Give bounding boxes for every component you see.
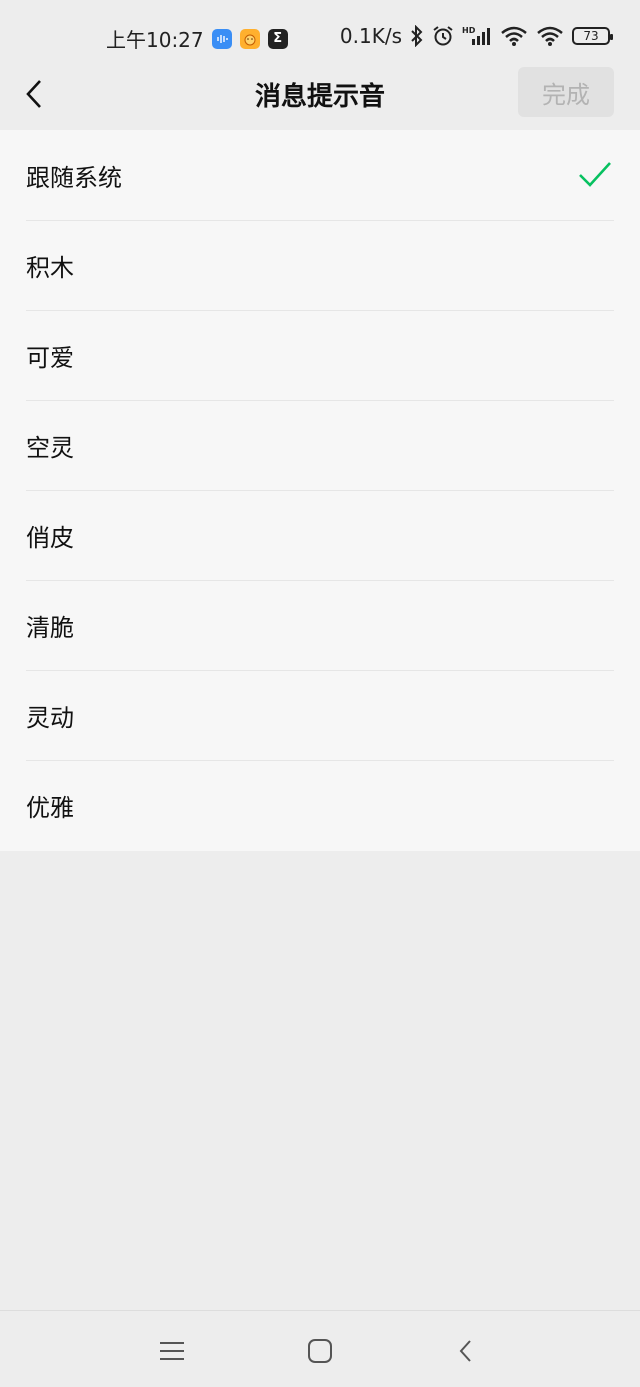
list-item[interactable]: 跟随系统 <box>0 130 640 220</box>
alarm-icon <box>432 25 454 47</box>
status-time: 上午10:27 <box>106 28 204 52</box>
cartoon-app-icon <box>239 28 260 49</box>
battery-icon: 73 <box>572 27 613 45</box>
screen: 上午10:27 Σ 0.1K/s HD 73 消息提示音 完成 跟随系统 积木 … <box>0 0 640 1387</box>
network-speed: 0.1K/s <box>339 24 402 48</box>
status-left: 上午10:27 Σ <box>106 24 288 53</box>
sound-label: 空灵 <box>26 433 74 462</box>
list-item[interactable]: 灵动 <box>0 670 640 760</box>
back-icon <box>459 1340 471 1362</box>
home-button[interactable] <box>300 1331 340 1371</box>
sound-label: 跟随系统 <box>26 163 122 192</box>
sound-label: 清脆 <box>26 613 74 642</box>
sound-list: 跟随系统 积木 可爱 空灵 俏皮 清脆 灵动 优雅 <box>0 130 640 851</box>
wifi-secondary-icon <box>536 25 564 47</box>
list-item[interactable]: 积木 <box>0 220 640 310</box>
bluetooth-icon <box>410 25 424 47</box>
list-item[interactable]: 清脆 <box>0 580 640 670</box>
sigma-app-icon: Σ <box>267 28 288 49</box>
home-icon <box>308 1339 332 1363</box>
list-item[interactable]: 可爱 <box>0 310 640 400</box>
system-back-button[interactable] <box>446 1331 486 1371</box>
status-right: 0.1K/s HD 73 <box>339 24 613 48</box>
check-icon <box>579 162 611 187</box>
hd-label: HD <box>462 26 476 35</box>
sound-label: 可爱 <box>26 343 74 372</box>
sound-label: 俏皮 <box>26 523 74 552</box>
sound-label: 灵动 <box>26 703 74 732</box>
list-item[interactable]: 俏皮 <box>0 490 640 580</box>
menu-button[interactable] <box>152 1331 192 1371</box>
nav-bar: 消息提示音 完成 <box>0 62 640 130</box>
status-bar: 上午10:27 Σ 0.1K/s HD 73 <box>0 0 640 70</box>
wifi-icon <box>500 25 528 47</box>
sound-label: 优雅 <box>26 793 74 822</box>
system-nav-bar <box>0 1310 640 1387</box>
voice-app-icon <box>211 28 232 49</box>
menu-icon <box>160 1342 184 1360</box>
list-item[interactable]: 空灵 <box>0 400 640 490</box>
sound-label: 积木 <box>26 253 74 282</box>
list-item[interactable]: 优雅 <box>0 760 640 850</box>
signal-icon: HD <box>462 25 492 47</box>
done-button[interactable]: 完成 <box>518 67 614 117</box>
